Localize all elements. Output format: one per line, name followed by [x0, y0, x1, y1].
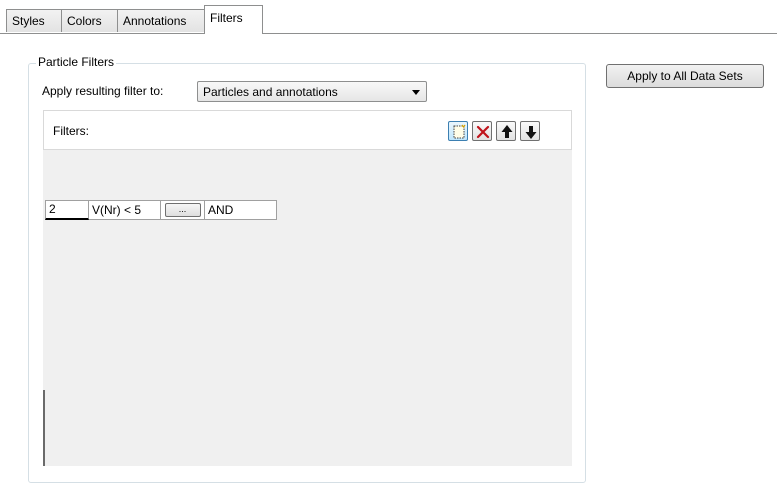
new-filter-button[interactable] — [448, 121, 468, 141]
new-filter-icon — [453, 124, 466, 139]
list-divider — [43, 390, 45, 466]
apply-to-all-data-sets-button[interactable]: Apply to All Data Sets — [606, 64, 764, 88]
filter-row[interactable]: 2 V(Nr) < 5 ... AND — [45, 200, 277, 220]
move-down-button[interactable] — [520, 121, 540, 141]
apply-filter-select[interactable]: Particles and annotations — [197, 81, 427, 102]
edit-filter-button[interactable]: ... — [164, 203, 201, 217]
filters-label: Filters: — [53, 124, 89, 138]
move-up-button[interactable] — [496, 121, 516, 141]
tab-strip-line — [0, 33, 777, 34]
move-up-arrow-icon — [501, 125, 513, 138]
move-down-arrow-icon — [525, 126, 537, 139]
filter-row-index[interactable]: 2 — [45, 200, 89, 220]
dropdown-arrow-icon — [412, 90, 420, 95]
apply-filter-label: Apply resulting filter to: — [42, 84, 164, 98]
tab-colors[interactable]: Colors — [61, 9, 118, 32]
filters-list-area — [43, 150, 572, 466]
tab-filters[interactable]: Filters — [204, 5, 263, 34]
tab-styles[interactable]: Styles — [6, 9, 62, 32]
apply-filter-select-value: Particles and annotations — [203, 85, 338, 99]
filters-header: Filters: — [43, 110, 572, 150]
particle-filters-legend: Particle Filters — [36, 55, 117, 69]
delete-x-icon — [476, 125, 490, 139]
filter-row-expression[interactable]: V(Nr) < 5 — [89, 200, 161, 220]
tab-annotations[interactable]: Annotations — [117, 9, 205, 32]
filter-row-operator[interactable]: AND — [205, 200, 277, 220]
delete-filter-button[interactable] — [472, 121, 492, 141]
tab-strip: Styles Colors Annotations Filters — [0, 5, 777, 34]
filter-row-button-cell: ... — [161, 200, 205, 220]
